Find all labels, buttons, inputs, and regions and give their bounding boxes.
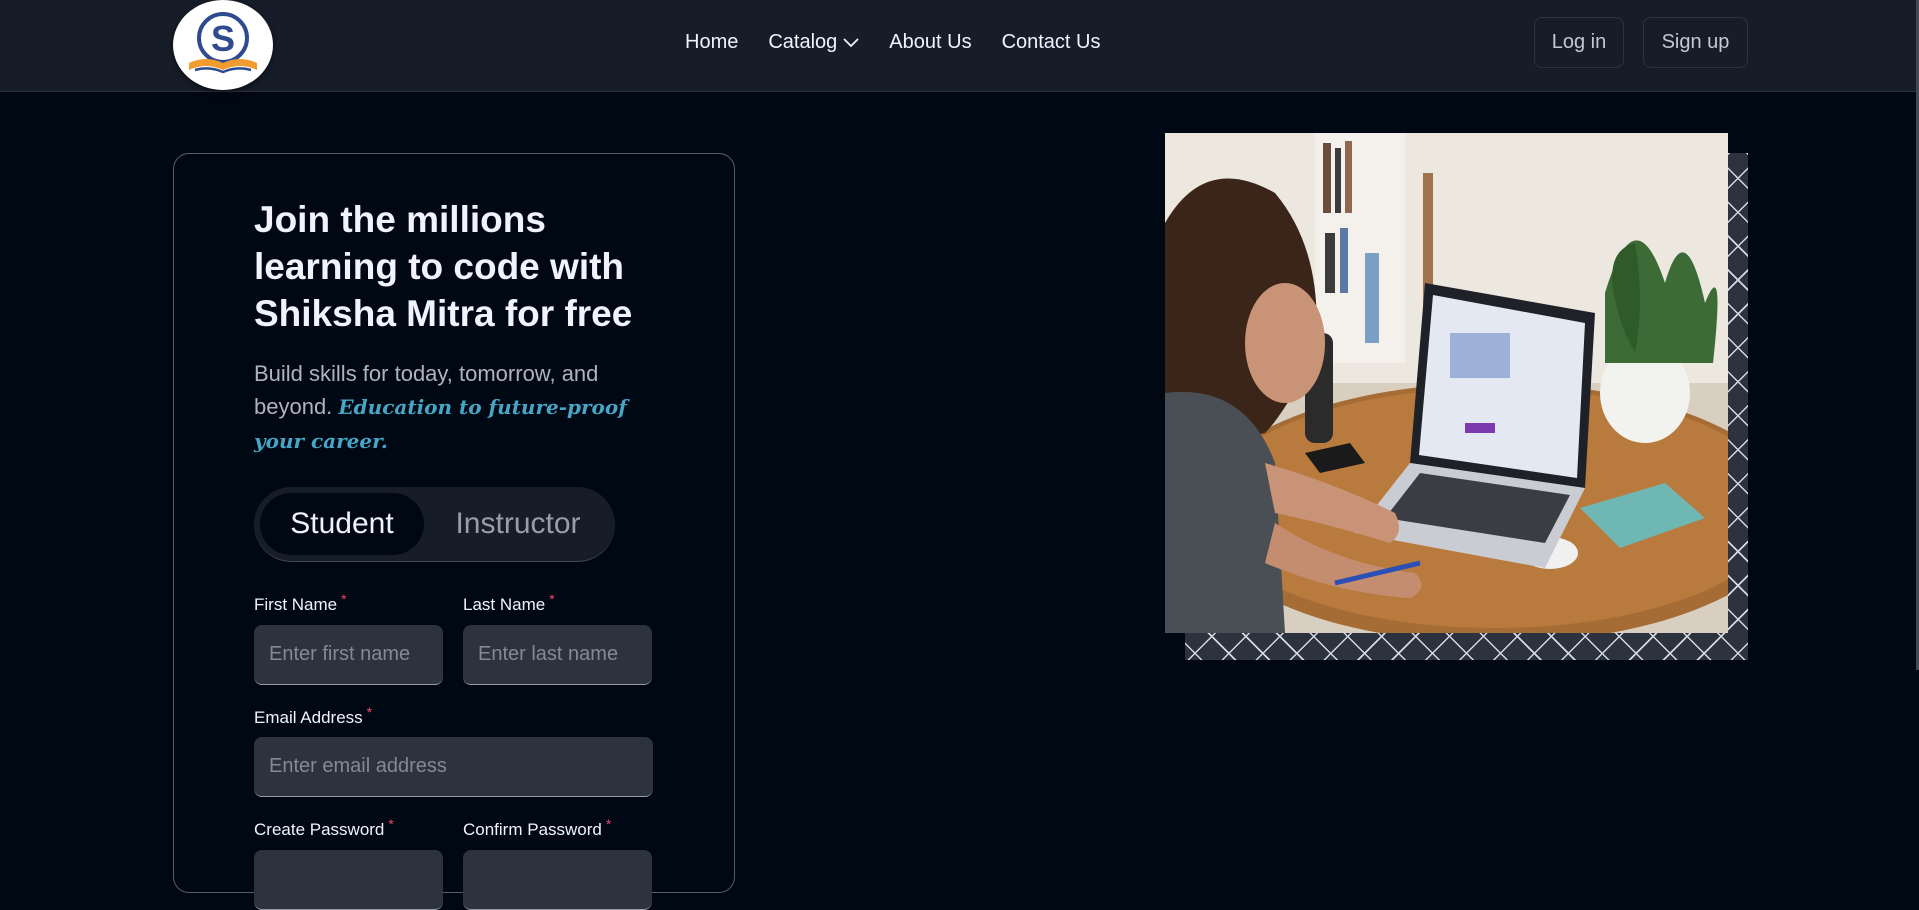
tab-instructor[interactable]: Instructor [432,493,604,555]
signup-button[interactable]: Sign up [1643,17,1748,68]
confirm-password-label-text: Confirm Password [463,820,602,839]
nav-catalog-label: Catalog [768,31,838,53]
required-mark: * [605,816,612,832]
email-input[interactable] [254,737,653,797]
first-name-label: First Name * [254,591,347,615]
last-name-label: Last Name * [463,591,555,615]
email-label: Email Address * [254,704,372,728]
student-laptop-image [1165,133,1728,633]
svg-text:S: S [211,18,235,59]
signup-photo [1165,133,1728,633]
page-title: Join the millions learning to code with … [254,199,633,334]
create-password-input[interactable] [254,850,443,910]
nav-about-link[interactable]: About Us [889,28,971,56]
confirm-password-label: Confirm Password * [463,816,611,840]
required-mark: * [388,816,394,832]
account-type-toggle: Student Instructor [254,487,615,562]
last-name-label-text: Last Name [463,595,546,614]
nav-catalog-link[interactable]: Catalog [768,28,859,56]
navbar: S Home Catalog About Us Contact Us Log i… [0,0,1919,92]
first-name-input[interactable] [254,625,443,685]
chevron-down-icon [843,38,859,47]
login-button[interactable]: Log in [1534,17,1624,68]
brand-logo[interactable]: S [173,0,273,90]
required-mark: * [366,704,373,720]
confirm-password-input[interactable] [463,850,652,910]
last-name-input[interactable] [463,625,652,685]
first-name-label-text: First Name [254,595,338,614]
nav-home-link[interactable]: Home [685,28,738,56]
nav-contact-link[interactable]: Contact Us [1002,28,1101,56]
create-password-label-text: Create Password [254,820,385,839]
nav-links: Home Catalog About Us Contact Us [685,28,1131,56]
required-mark: * [341,591,347,607]
book-logo-icon: S [189,12,257,74]
page-subtitle: Build skills for today, tomorrow, and be… [254,357,654,458]
required-mark: * [549,591,555,607]
tab-student[interactable]: Student [260,493,424,555]
create-password-label: Create Password * [254,816,394,840]
email-label-text: Email Address [254,708,363,727]
